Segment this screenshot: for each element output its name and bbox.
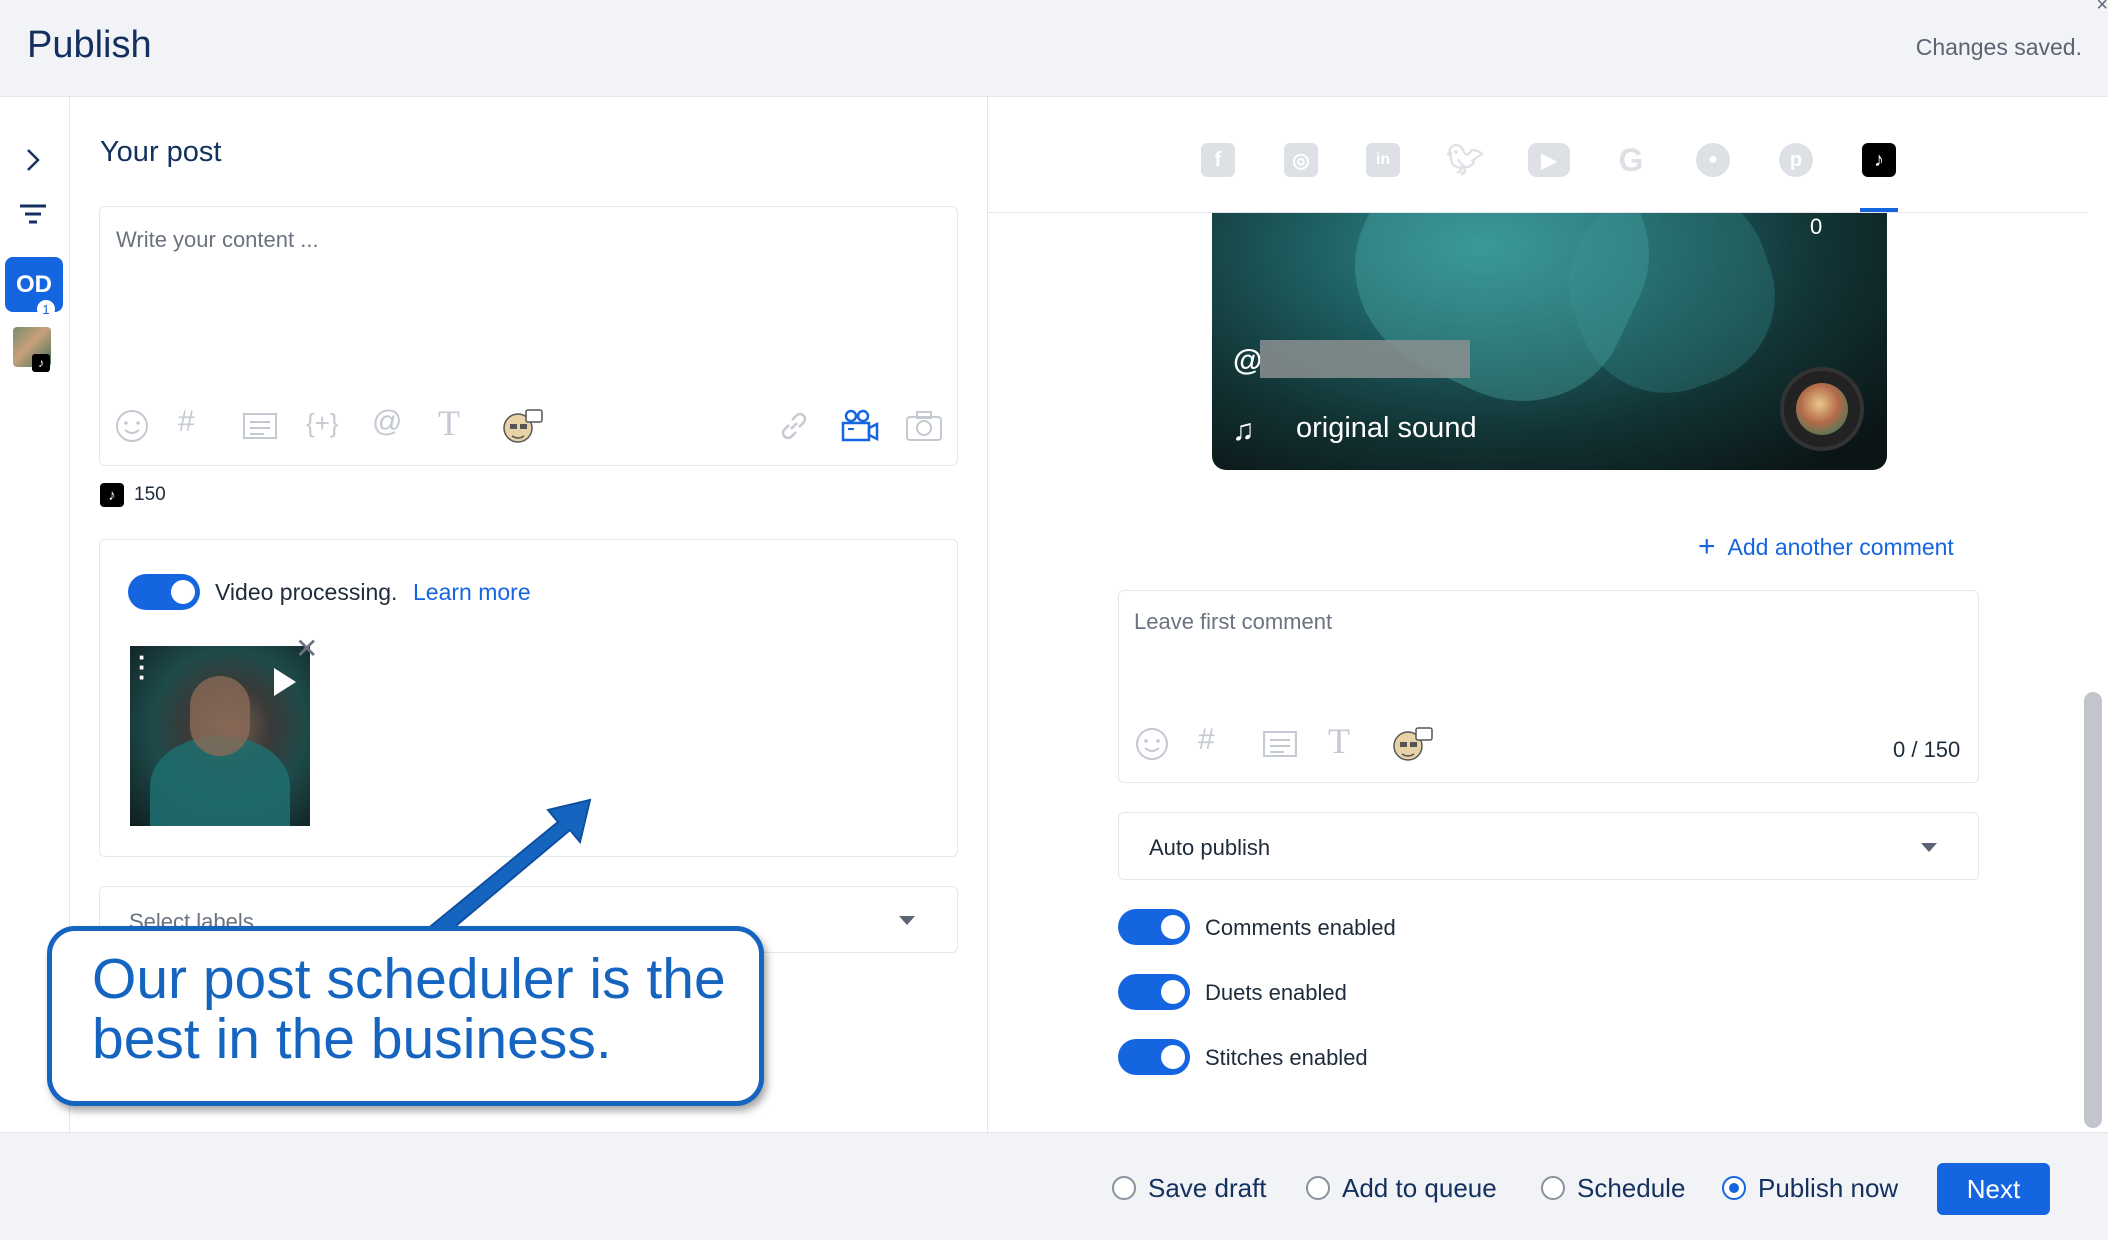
publish-mode-select[interactable]: Auto publish — [1118, 812, 1979, 880]
publish-header: Publish Changes saved. × — [0, 0, 2108, 97]
stitches-toggle-label: Stitches enabled — [1205, 1045, 1368, 1070]
preview-handle-prefix: @ — [1233, 344, 1263, 377]
add-another-comment-button[interactable]: + Add another comment — [1698, 530, 1954, 564]
plus-icon: + — [1698, 530, 1716, 563]
expand-chevron-icon[interactable] — [22, 145, 44, 175]
publish-now-radio[interactable] — [1722, 1176, 1746, 1200]
add-to-queue-label[interactable]: Add to queue — [1342, 1173, 1497, 1204]
account-group-avatar[interactable]: OD — [5, 257, 63, 312]
ai-assistant-icon[interactable] — [502, 406, 544, 446]
comment-snippet-icon[interactable] — [1262, 728, 1298, 760]
video-processing-label: Video processing. — [215, 579, 398, 605]
active-tab-indicator — [1860, 208, 1898, 212]
tiktok-icon: ♪ — [100, 483, 124, 507]
preview-avatar — [1780, 367, 1864, 451]
redacted-handle — [1260, 340, 1470, 378]
linkedin-icon[interactable]: in — [1366, 143, 1400, 177]
remove-media-icon[interactable]: ✕ — [295, 632, 318, 665]
save-status: Changes saved. — [1915, 34, 2082, 60]
page-title: Publish — [27, 24, 152, 66]
stitches-toggle[interactable] — [1118, 1039, 1190, 1075]
comments-toggle-label: Comments enabled — [1205, 915, 1396, 940]
hashtag-icon[interactable]: # — [178, 407, 195, 437]
your-post-heading: Your post — [100, 136, 222, 168]
close-icon[interactable]: × — [2096, 0, 2108, 17]
video-processing-toggle[interactable] — [128, 574, 200, 610]
camera-icon[interactable] — [905, 410, 943, 442]
publish-mode-value: Auto publish — [1149, 835, 1271, 860]
schedule-label[interactable]: Schedule — [1577, 1173, 1685, 1204]
text-format-icon[interactable]: T — [438, 405, 460, 441]
add-to-queue-radio[interactable] — [1306, 1176, 1330, 1200]
link-icon[interactable] — [776, 408, 812, 444]
filter-icon[interactable] — [18, 202, 48, 226]
comment-char-counter: 0 / 150 — [1893, 737, 1961, 762]
comment-placeholder: Leave first comment — [1134, 609, 1333, 634]
facebook-icon[interactable]: f — [1201, 143, 1235, 177]
pinterest-icon[interactable]: p — [1779, 143, 1813, 177]
variable-icon[interactable]: {+} — [306, 410, 339, 436]
reddit-icon[interactable]: ● — [1696, 143, 1730, 177]
save-draft-label[interactable]: Save draft — [1148, 1173, 1267, 1204]
comment-emoji-icon[interactable] — [1134, 726, 1170, 762]
content-placeholder: Write your content ... — [116, 227, 319, 252]
callout-arrow — [420, 798, 592, 936]
schedule-radio[interactable] — [1541, 1176, 1565, 1200]
learn-more-link[interactable]: Learn more — [413, 579, 531, 606]
account-count-badge: 1 — [37, 300, 55, 318]
callout-text: Our post scheduler is the best in the bu… — [92, 947, 726, 1071]
play-icon[interactable] — [274, 668, 296, 696]
first-comment-editor[interactable]: Leave first comment — [1118, 590, 1979, 783]
video-icon[interactable] — [840, 408, 880, 444]
publish-now-label[interactable]: Publish now — [1758, 1173, 1898, 1204]
character-counter: ♪ 150 — [100, 483, 166, 507]
more-vertical-icon[interactable]: · · · — [138, 644, 152, 690]
snippet-icon[interactable] — [242, 410, 278, 442]
mention-icon[interactable]: @ — [372, 407, 402, 437]
music-note-icon: ♫ — [1232, 414, 1255, 447]
preview-sound-label: original sound — [1296, 412, 1477, 444]
emoji-icon[interactable] — [114, 408, 150, 444]
dropdown-caret-icon — [899, 916, 915, 925]
comment-text-format-icon[interactable]: T — [1328, 723, 1350, 759]
comment-hashtag-icon[interactable]: # — [1198, 725, 1215, 755]
save-draft-radio[interactable] — [1112, 1176, 1136, 1200]
twitter-icon[interactable]: 🐦︎ — [1446, 143, 1484, 177]
instagram-icon[interactable]: ◎ — [1284, 143, 1318, 177]
add-comment-label: Add another comment — [1727, 533, 1954, 560]
char-limit: 150 — [134, 484, 166, 505]
preview-scrollbar[interactable] — [2084, 692, 2102, 1128]
tiktok-tab-icon[interactable]: ♪ — [1862, 143, 1896, 177]
duets-toggle[interactable] — [1118, 974, 1190, 1010]
callout-box: Our post scheduler is the best in the bu… — [47, 926, 764, 1106]
preview-count: 0 — [1810, 214, 1823, 239]
google-icon[interactable]: G — [1614, 142, 1648, 178]
youtube-icon[interactable]: ▶ — [1528, 143, 1570, 177]
duets-toggle-label: Duets enabled — [1205, 980, 1347, 1005]
comment-ai-assistant-icon[interactable] — [1392, 724, 1434, 764]
comments-toggle[interactable] — [1118, 909, 1190, 945]
tiktok-badge-icon: ♪ — [32, 354, 50, 372]
next-button[interactable]: Next — [1937, 1163, 2050, 1215]
publish-mode-caret-icon — [1921, 843, 1937, 852]
